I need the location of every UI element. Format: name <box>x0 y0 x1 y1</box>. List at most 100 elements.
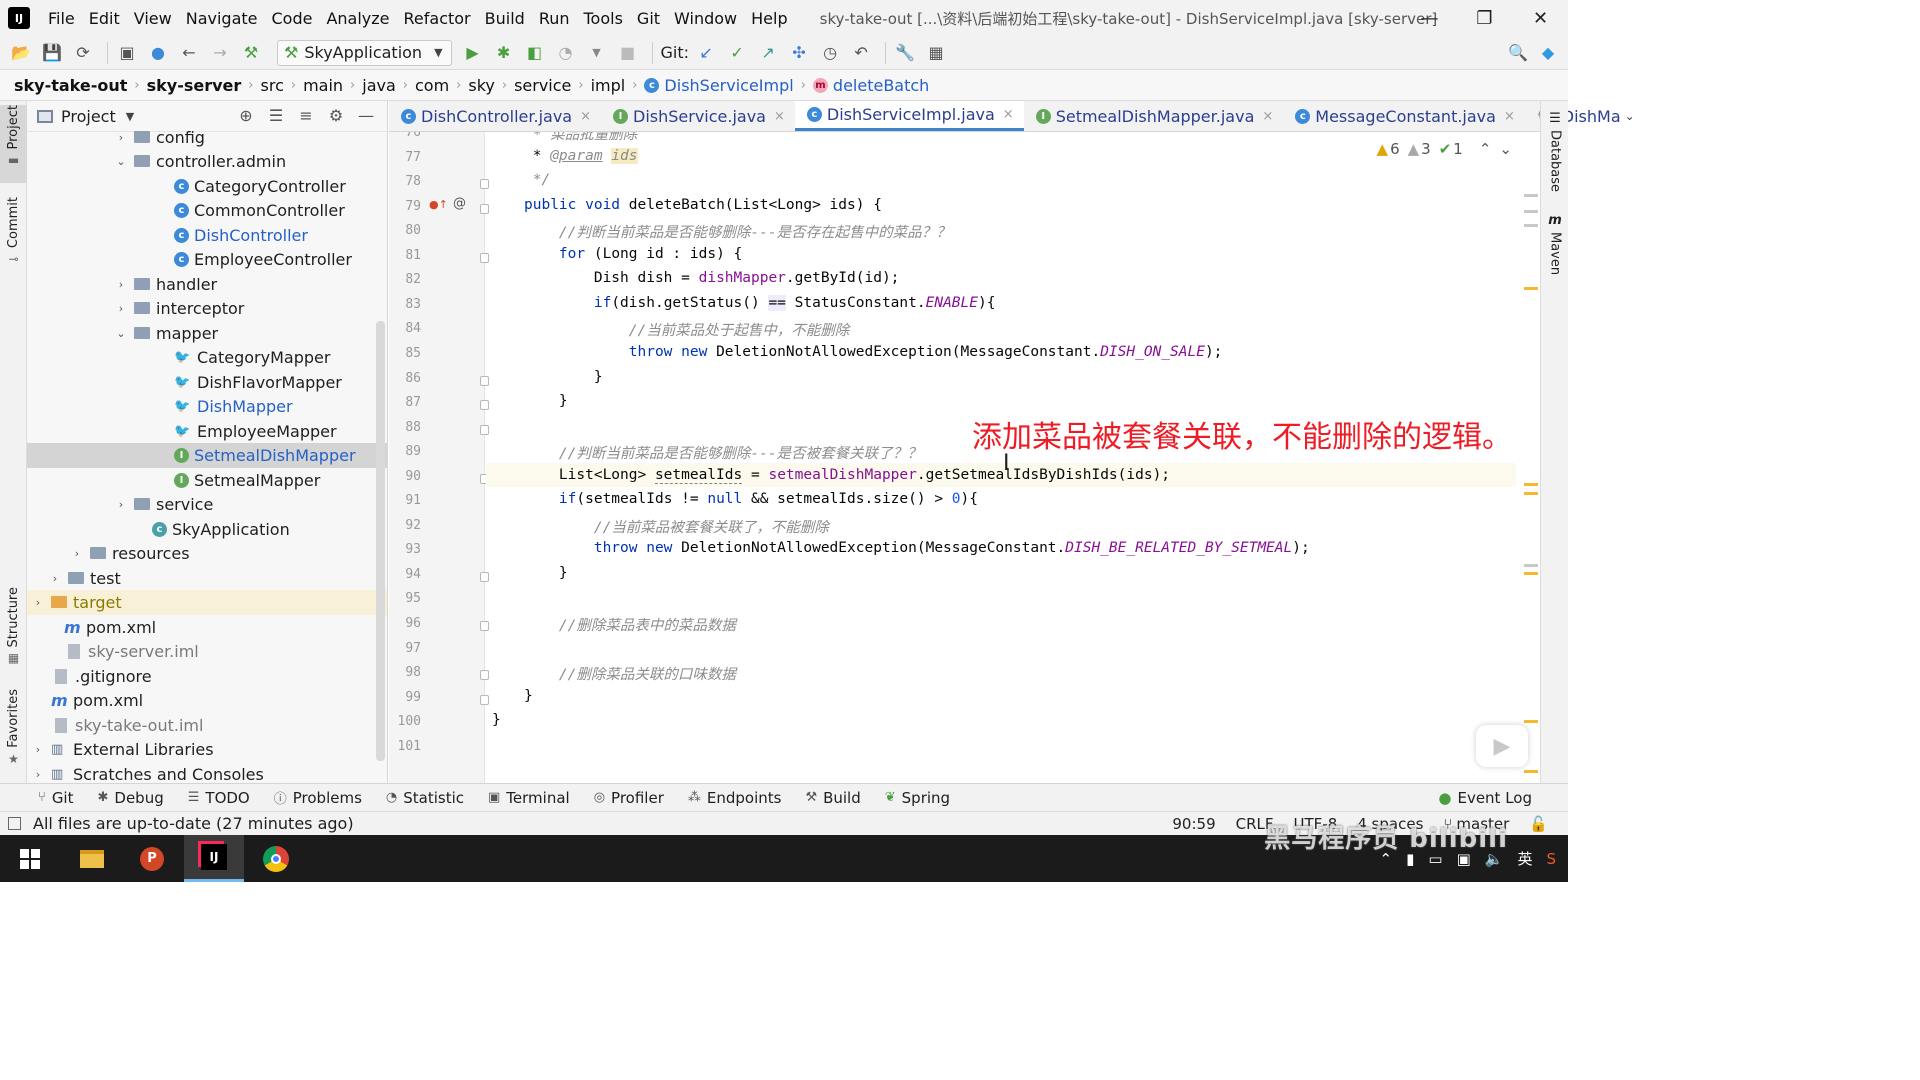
chevron-right-icon[interactable]: › <box>114 131 128 144</box>
chevron-down-icon[interactable]: ▼ <box>126 110 134 123</box>
git-push-icon[interactable]: ↗ <box>755 40 781 66</box>
video-play-icon[interactable]: ▶ <box>1476 725 1528 767</box>
tree-item[interactable]: c EmployeeController <box>27 247 387 272</box>
editor-tab[interactable]: c MessageConstant.java × <box>1283 101 1525 131</box>
locate-icon[interactable]: ⊕ <box>231 106 261 125</box>
database-tool-tab[interactable]: ☰ Database <box>1541 111 1569 192</box>
tree-item[interactable]: › target <box>27 590 387 615</box>
forward-icon[interactable]: → <box>207 40 233 66</box>
tree-item[interactable]: › ▥ Scratches and Consoles <box>27 762 387 783</box>
close-tab-icon[interactable]: × <box>1262 109 1273 124</box>
collapse-all-icon[interactable]: ≡ <box>291 106 321 125</box>
toolbox-icon[interactable]: ◆ <box>1535 40 1561 66</box>
structure-tool-tab[interactable]: Structure ▦ <box>0 587 27 667</box>
chevron-down-icon[interactable]: ⌄ <box>114 327 128 340</box>
git-fetch-icon[interactable]: ✣ <box>786 40 812 66</box>
taskbar-intellij[interactable]: IJ <box>184 835 244 882</box>
tree-item[interactable]: sky-take-out.iml <box>27 713 387 738</box>
fold-marker-icon[interactable] <box>480 203 489 214</box>
tree-item[interactable]: m pom.xml <box>27 688 387 713</box>
chevron-right-icon[interactable]: › <box>48 572 62 585</box>
taskbar-powerpoint[interactable]: P <box>122 835 182 882</box>
favorites-tool-tab[interactable]: Favorites ★ <box>0 689 27 771</box>
fold-marker-icon[interactable] <box>480 571 489 582</box>
menu-view[interactable]: View <box>127 9 179 28</box>
breadcrumb-item[interactable]: src <box>261 76 284 95</box>
breadcrumb-item[interactable]: DishServiceImpl <box>664 76 793 95</box>
tree-item[interactable]: 🐦 DishFlavorMapper <box>27 370 387 395</box>
menu-git[interactable]: Git <box>630 9 667 28</box>
tree-item[interactable]: c SkyApplication <box>27 517 387 542</box>
project-tool-tab[interactable]: Project ▬ <box>0 105 27 183</box>
menu-run[interactable]: Run <box>532 9 577 28</box>
chevron-right-icon[interactable]: › <box>114 302 128 315</box>
back-icon[interactable]: ← <box>176 40 202 66</box>
statistic-tool-button[interactable]: ◔ Statistic <box>386 789 464 807</box>
breadcrumb-item[interactable]: main <box>303 76 343 95</box>
git-update-icon[interactable]: ↙ <box>693 40 719 66</box>
tree-item[interactable]: sky-server.iml <box>27 639 387 664</box>
event-log-button[interactable]: ● Event Log <box>1438 789 1532 807</box>
menu-window[interactable]: Window <box>667 9 744 28</box>
tabs-overflow-chevron-icon[interactable]: ⌄ <box>1625 101 1635 131</box>
previous-highlight-icon[interactable]: ⌃ <box>1479 140 1492 158</box>
lock-icon[interactable]: 🔓 <box>1529 815 1548 833</box>
start-button[interactable] <box>0 835 60 882</box>
tree-item[interactable]: › service <box>27 492 387 517</box>
tree-item[interactable]: › test <box>27 566 387 591</box>
editor-tab[interactable]: c DishController.java × <box>389 101 601 131</box>
todo-tool-button[interactable]: ☰ TODO <box>188 789 250 807</box>
hide-icon[interactable]: — <box>351 106 381 125</box>
inspection-widget[interactable]: ▲ 6 ▲ 3 ✔ 1 ⌃ ⌄ <box>1369 140 1512 158</box>
breadcrumb-item[interactable]: sky-take-out <box>14 76 127 95</box>
caret-position[interactable]: 90:59 <box>1172 815 1215 833</box>
settings-wrench-icon[interactable]: 🔧 <box>892 40 918 66</box>
restore-icon[interactable]: ❐ <box>1457 0 1512 36</box>
tree-item[interactable]: › resources <box>27 541 387 566</box>
breadcrumb-item[interactable]: java <box>362 76 396 95</box>
tree-item[interactable]: c CategoryController <box>27 174 387 199</box>
chevron-right-icon[interactable]: › <box>70 547 84 560</box>
problems-tool-button[interactable]: ⓘ Problems <box>274 788 362 808</box>
chevron-right-icon[interactable]: › <box>31 596 45 609</box>
breadcrumb-item[interactable]: impl <box>591 76 626 95</box>
close-tab-icon[interactable]: × <box>774 109 785 124</box>
tree-item[interactable]: I SetmealMapper <box>27 468 387 493</box>
chevron-right-icon[interactable]: › <box>114 278 128 291</box>
fold-marker-icon[interactable] <box>480 670 489 681</box>
tree-item[interactable]: › handler <box>27 272 387 297</box>
tree-item[interactable]: I SetmealDishMapper <box>27 443 387 468</box>
tree-item[interactable]: ⌄ controller.admin <box>27 149 387 174</box>
editor-tab[interactable]: I SetmealDishMapper.java × <box>1024 101 1284 131</box>
expand-all-icon[interactable]: ☰ <box>261 106 291 125</box>
more-run-icon[interactable]: ▼ <box>584 40 610 66</box>
maven-tool-tab[interactable]: m Maven <box>1541 213 1569 275</box>
fold-marker-icon[interactable] <box>480 375 489 386</box>
fold-marker-icon[interactable] <box>480 179 489 190</box>
breadcrumb-item[interactable]: service <box>514 76 571 95</box>
fold-marker-icon[interactable] <box>480 694 489 705</box>
gear-icon[interactable]: ⚙ <box>321 106 351 125</box>
menu-edit[interactable]: Edit <box>82 9 127 28</box>
menu-build[interactable]: Build <box>478 9 532 28</box>
build-hammer-icon[interactable]: ⚒ <box>238 40 264 66</box>
save-icon[interactable]: 💾 <box>39 40 65 66</box>
tree-item[interactable]: › interceptor <box>27 296 387 321</box>
override-marker-icon[interactable]: ●↑ <box>429 198 448 211</box>
menu-file[interactable]: File <box>41 9 82 28</box>
minimize-icon[interactable]: — <box>1402 0 1457 36</box>
chevron-right-icon[interactable]: › <box>31 768 45 781</box>
spring-tool-button[interactable]: ❦ Spring <box>885 789 950 807</box>
project-structure-icon[interactable]: ▣ <box>114 40 140 66</box>
menu-code[interactable]: Code <box>265 9 320 28</box>
run-config-select[interactable]: ⚒ SkyApplication ▼ <box>277 39 452 66</box>
chevron-right-icon[interactable]: › <box>31 743 45 756</box>
tree-item[interactable]: c CommonController <box>27 198 387 223</box>
chevron-right-icon[interactable]: › <box>114 498 128 511</box>
next-highlight-icon[interactable]: ⌄ <box>1499 140 1512 158</box>
terminal-tool-button[interactable]: ▣ Terminal <box>488 789 570 807</box>
menu-tools[interactable]: Tools <box>577 9 630 28</box>
coverage-icon[interactable]: ◧ <box>522 40 548 66</box>
taskbar-explorer[interactable] <box>62 835 122 882</box>
breadcrumb-item[interactable]: deleteBatch <box>833 76 929 95</box>
